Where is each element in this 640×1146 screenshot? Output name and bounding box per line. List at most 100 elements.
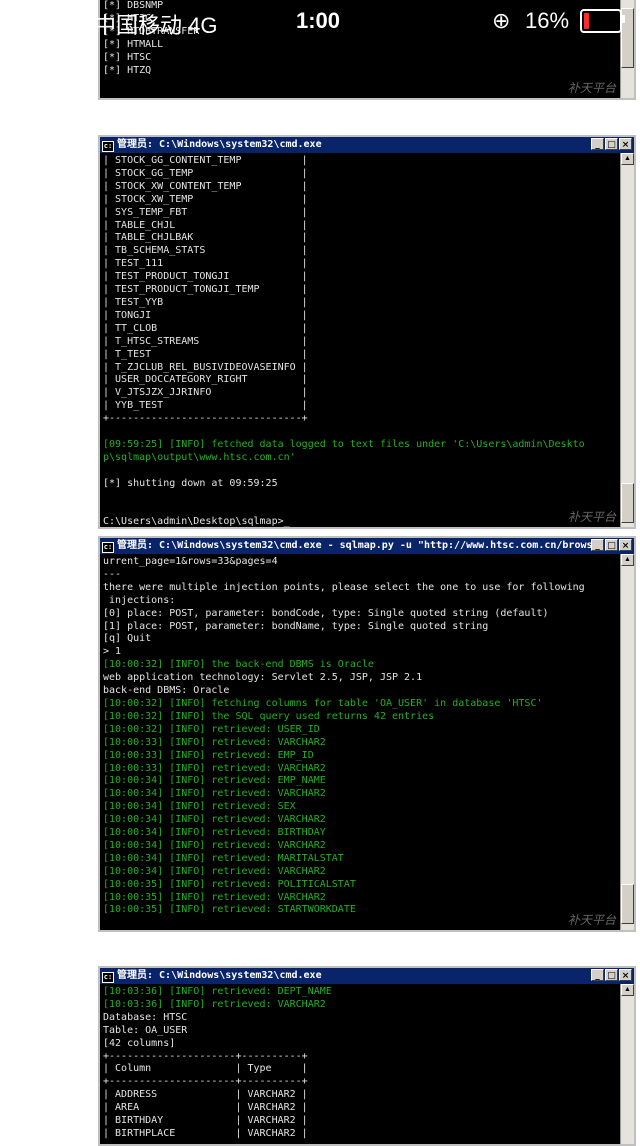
console-line: | TEST_111 | bbox=[103, 258, 308, 270]
console-line: injections: bbox=[103, 594, 176, 606]
battery-level-fill bbox=[584, 13, 589, 29]
console-line: [10:00:34] [INFO] retrieved: VARCHAR2 bbox=[103, 814, 326, 826]
console-line: [10:00:34] [INFO] retrieved: EMP_NAME bbox=[103, 775, 326, 787]
console-line: [*] HTMALL bbox=[103, 38, 164, 50]
console-line: [10:03:36] [INFO] retrieved: VARCHAR2 bbox=[103, 998, 326, 1010]
watermark: 补天平台 bbox=[567, 510, 616, 524]
console-line: [10:00:34] [INFO] retrieved: BIRTHDAY bbox=[103, 827, 326, 839]
console-line: +---------------------+----------+ bbox=[103, 1050, 308, 1062]
console-line: [10:00:34] [INFO] retrieved: MARITALSTAT bbox=[103, 852, 344, 864]
console-line: [10:00:35] [INFO] retrieved: STARTWORKDA… bbox=[103, 904, 356, 916]
console-line: [10:00:32] [INFO] retrieved: USER_ID bbox=[103, 723, 320, 735]
console-line: [*] shutting down at 09:59:25 bbox=[103, 477, 278, 489]
console-line: | YYB_TEST | bbox=[103, 400, 308, 412]
console-window-3: c: 管理员: C:\Windows\system32\cmd.exe - sql… bbox=[98, 536, 636, 932]
console-line: web application technology: Servlet 2.5,… bbox=[103, 672, 423, 684]
close-button[interactable]: × bbox=[619, 969, 632, 981]
minimize-button[interactable]: _ bbox=[591, 969, 604, 981]
console-window-2: c: 管理员: C:\Windows\system32\cmd.exe _ □ ×… bbox=[98, 135, 636, 529]
console-line: | TABLE_CHJL | bbox=[103, 219, 308, 231]
console-line: [10:03:36] [INFO] retrieved: DEPT_NAME bbox=[103, 986, 332, 997]
console-line: [q] Quit bbox=[103, 633, 152, 645]
console-line: | T_TEST | bbox=[103, 348, 308, 360]
console-line: | TONGJI | bbox=[103, 309, 308, 321]
scrollbar-thumb[interactable] bbox=[621, 483, 634, 523]
console-line: | STOCK_XW_TEMP | bbox=[103, 193, 308, 205]
console-line: [1] place: POST, parameter: bondName, ty… bbox=[103, 620, 489, 632]
console-line: | USER_DOCCATEGORY_RIGHT | bbox=[103, 374, 308, 386]
scrollbar-thumb[interactable] bbox=[621, 884, 634, 924]
console-line: [10:00:32] [INFO] fetching columns for t… bbox=[103, 697, 543, 709]
orientation-lock-icon: ⊕ bbox=[492, 8, 511, 33]
console-line: [10:00:33] [INFO] retrieved: EMP_ID bbox=[103, 749, 314, 761]
scrollbar[interactable]: ▲ bbox=[620, 153, 634, 527]
window-titlebar[interactable]: c: 管理员: C:\Windows\system32\cmd.exe - sql… bbox=[100, 538, 634, 554]
console-line: [*] HTZQ bbox=[103, 64, 152, 76]
console-output: | STOCK_GG_CONTENT_TEMP | | STOCK_GG_TEMP… bbox=[103, 155, 620, 527]
console-line: urrent_page=1&rows=33&pages=4 bbox=[103, 556, 278, 567]
console-line: --- bbox=[103, 568, 122, 580]
console-line: [09:59:25] [INFO] fetched data logged to… bbox=[103, 438, 585, 450]
scroll-up-arrow-icon[interactable]: ▲ bbox=[621, 984, 634, 996]
console-line: | TEST_YYB | bbox=[103, 296, 308, 308]
console-line: [10:00:34] [INFO] retrieved: SEX bbox=[103, 801, 296, 813]
console-line: p\sqlmap\output\www.htsc.com.cn' bbox=[103, 451, 296, 463]
scrollbar[interactable]: ▲ bbox=[620, 554, 634, 930]
console-line: | V_JTSJZX_JJRINFO | bbox=[103, 387, 308, 399]
console-line: [10:00:33] [INFO] retrieved: VARCHAR2 bbox=[103, 736, 326, 748]
console-line: +---------------------+----------+ bbox=[103, 1076, 308, 1088]
battery-percent: 16% bbox=[525, 8, 570, 33]
console-line: | BIRTHPLACE | VARCHAR2 | bbox=[103, 1127, 308, 1139]
maximize-button[interactable]: □ bbox=[605, 138, 618, 150]
battery-icon bbox=[580, 9, 622, 33]
clock: 1:00 bbox=[296, 8, 341, 33]
console-line: | STOCK_XW_CONTENT_TEMP | bbox=[103, 180, 308, 192]
console-line: Database: HTSC bbox=[103, 1011, 188, 1023]
console-line: | STOCK_GG_CONTENT_TEMP | bbox=[103, 155, 308, 166]
window-title: 管理员: C:\Windows\system32\cmd.exe bbox=[117, 139, 322, 150]
console-line: [*] HTSC bbox=[103, 51, 152, 63]
watermark: 补天平台 bbox=[567, 81, 616, 95]
console-line: | TABLE_CHJLBAK | bbox=[103, 232, 308, 244]
minimize-button[interactable]: _ bbox=[591, 138, 604, 150]
close-button[interactable]: × bbox=[619, 539, 632, 551]
console-line: | TEST_PRODUCT_TONGJI | bbox=[103, 271, 308, 283]
console-line: | T_HTSC_STREAMS | bbox=[103, 335, 308, 347]
close-button[interactable]: × bbox=[619, 138, 632, 150]
console-line: [10:00:35] [INFO] retrieved: POLITICALST… bbox=[103, 878, 356, 890]
console-line: [10:00:34] [INFO] retrieved: VARCHAR2 bbox=[103, 865, 326, 877]
console-line: | T_ZJCLUB_REL_BUSIVIDEOVASEINFO | bbox=[103, 361, 308, 373]
scroll-up-arrow-icon[interactable]: ▲ bbox=[621, 153, 634, 165]
scroll-up-arrow-icon[interactable]: ▲ bbox=[621, 554, 634, 566]
console-line: | ADDRESS | VARCHAR2 | bbox=[103, 1089, 308, 1101]
watermark: 补天平台 bbox=[567, 913, 616, 927]
console-line: [0] place: POST, parameter: bondCode, ty… bbox=[103, 607, 549, 619]
console-line: | TB_SCHEMA_STATS | bbox=[103, 245, 308, 257]
console-line: back-end DBMS: Oracle bbox=[103, 685, 230, 697]
console-line: [10:00:35] [INFO] retrieved: VARCHAR2 bbox=[103, 891, 326, 903]
minimize-button[interactable]: _ bbox=[591, 539, 604, 551]
window-titlebar[interactable]: c: 管理员: C:\Windows\system32\cmd.exe _ □ × bbox=[100, 137, 634, 153]
maximize-button[interactable]: □ bbox=[605, 969, 618, 981]
console-line: | STOCK_GG_TEMP | bbox=[103, 167, 308, 179]
console-line: [10:00:32] [INFO] the SQL query used ret… bbox=[103, 710, 435, 722]
console-output: urrent_page=1&rows=33&pages=4 --- there we… bbox=[103, 556, 620, 930]
carrier-label: 中国移动 4G bbox=[94, 13, 218, 38]
status-bar: 中国移动 4G 1:00 ⊕ 16% bbox=[0, 0, 640, 40]
window-titlebar[interactable]: c: 管理员: C:\Windows\system32\cmd.exe _ □ × bbox=[100, 968, 634, 984]
console-line: there were multiple injection points, pl… bbox=[103, 581, 585, 593]
console-line: | TT_CLOB | bbox=[103, 322, 308, 334]
cmd-icon: c: bbox=[102, 972, 114, 983]
console-line: Table: OA_USER bbox=[103, 1024, 188, 1036]
maximize-button[interactable]: □ bbox=[605, 539, 618, 551]
console-line: | SYS_TEMP_FBT | bbox=[103, 206, 308, 218]
console-line: [10:00:33] [INFO] retrieved: VARCHAR2 bbox=[103, 762, 326, 774]
cmd-icon: c: bbox=[102, 141, 114, 152]
window-title: 管理员: C:\Windows\system32\cmd.exe - sqlma… bbox=[117, 540, 611, 551]
console-line: > 1 bbox=[103, 646, 122, 658]
cmd-icon: c: bbox=[102, 542, 114, 553]
scrollbar[interactable]: ▲ bbox=[620, 984, 634, 1144]
